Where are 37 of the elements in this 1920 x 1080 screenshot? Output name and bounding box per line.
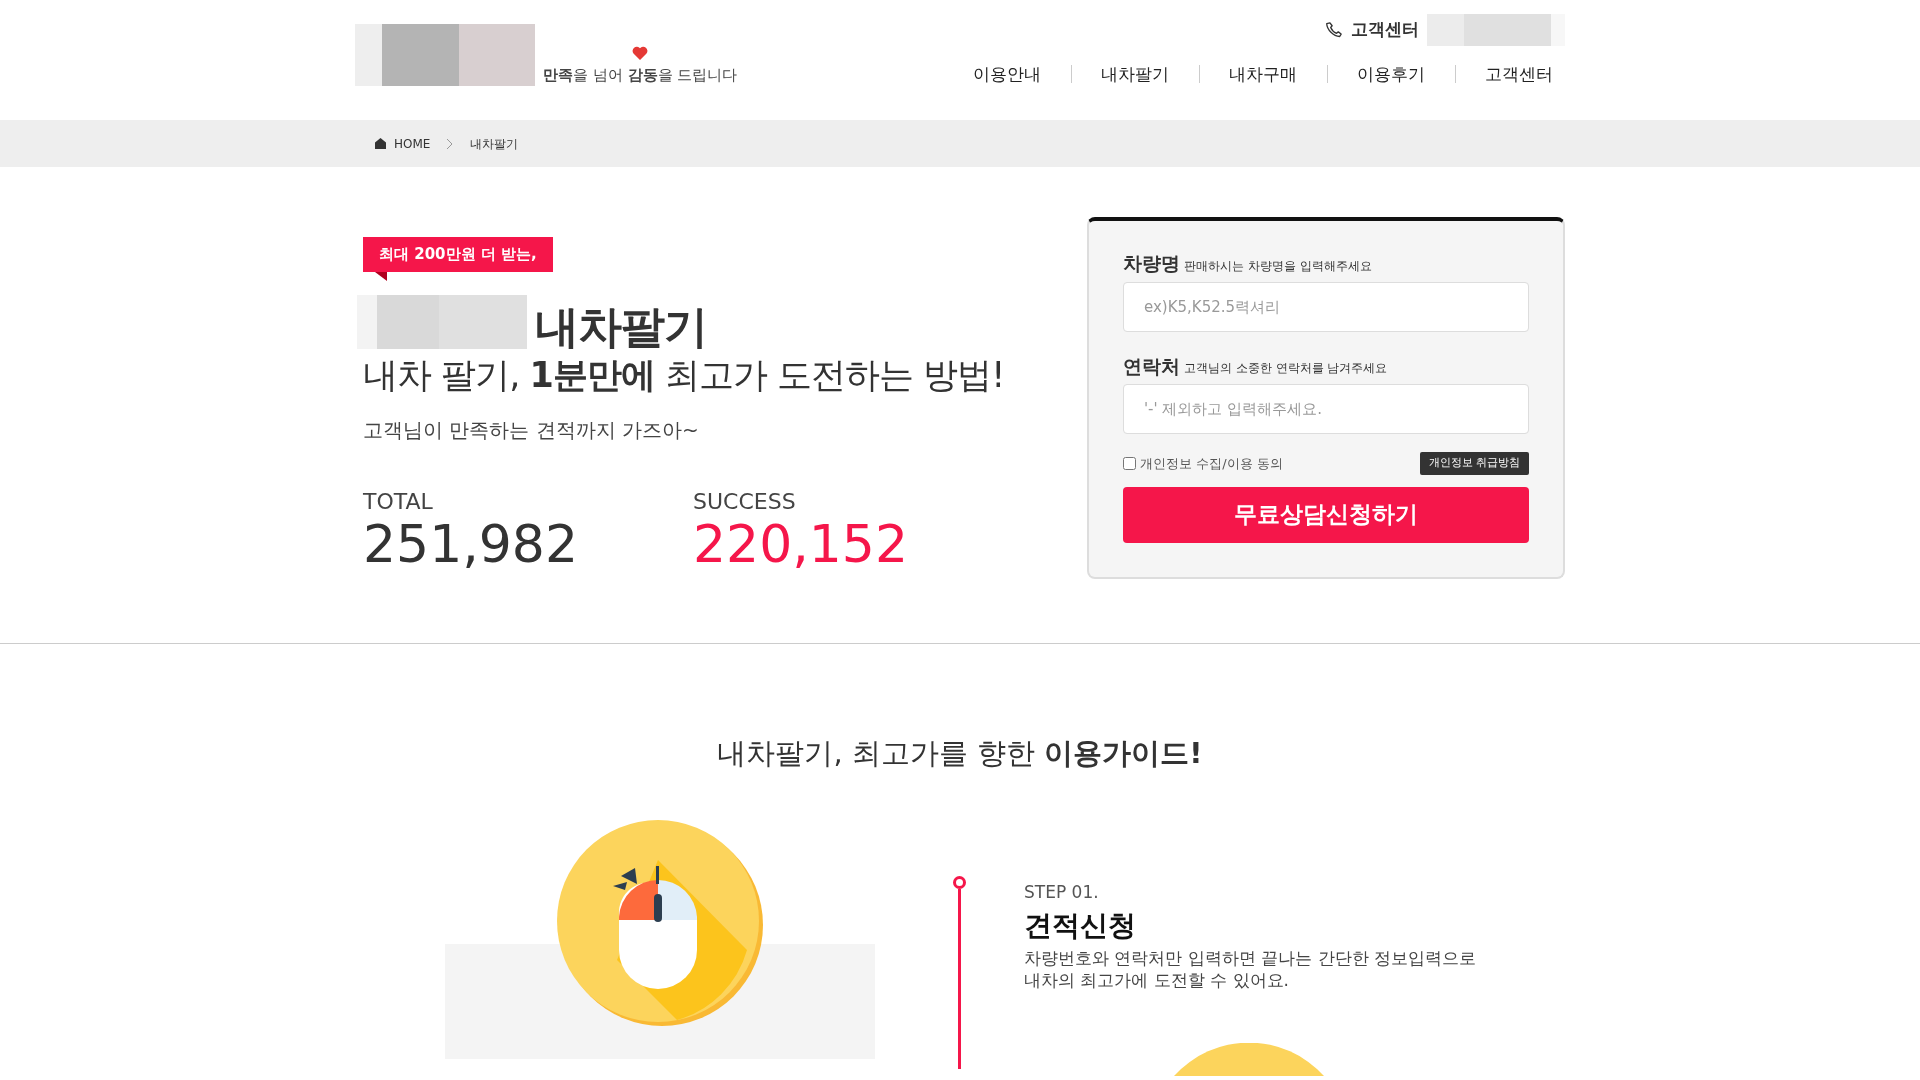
chevron-icon [446, 137, 455, 150]
step-description: 차량번호와 연락처만 입력하면 끝나는 간단한 정보입력으로 내차의 최고가에 도전할 수 있어요. [1024, 947, 1478, 992]
stat-value: 220,152 [693, 518, 910, 570]
section-title: 내차팔기, 최고가를 향한 이용가이드! [716, 735, 1204, 772]
step-title: 견적신청 [1024, 908, 1137, 944]
nav-link[interactable]: 내차팔기 [1071, 62, 1199, 88]
heart-icon [632, 45, 649, 60]
field-label: 차량명 [1123, 251, 1180, 276]
promo-badge: 최대 200만원 더 받는, [363, 237, 553, 272]
page-title: 내차팔기 [535, 304, 707, 349]
submit-button[interactable]: 무료상담신청하기 [1123, 486, 1529, 543]
hero-description: 고객님이 만족하는 견적까지 가즈아~ [363, 417, 700, 444]
stat-label: SUCCESS [693, 488, 797, 516]
support-label: 고객센터 [1351, 18, 1419, 42]
field-label: 연락처 [1123, 353, 1180, 379]
home-icon [375, 138, 386, 149]
input-field[interactable]: '-' 제외하고 입력해주세요. [1123, 384, 1529, 434]
nav-link[interactable]: 내차구매 [1199, 62, 1327, 88]
field-hint: 판매하시는 차량명을 입력해주세요 [1184, 257, 1372, 275]
privacy-policy-button[interactable]: 개인정보 취급방침 [1419, 452, 1529, 475]
field-hint: 고객님의 소중한 연락처를 남겨주세요 [1184, 360, 1388, 377]
breadcrumb-link[interactable]: HOME [394, 134, 431, 153]
phone-icon [1325, 21, 1343, 39]
nav-link[interactable]: 이용후기 [1327, 62, 1455, 88]
consent-checkbox[interactable] [1123, 456, 1136, 470]
consent-label: 개인정보 수집/이용 동의 [1140, 454, 1283, 473]
breadcrumb-link[interactable]: 내차팔기 [470, 134, 519, 153]
ribbon-tail-icon [375, 271, 387, 281]
stat-label: TOTAL [363, 488, 434, 516]
input-field[interactable]: ex)K5,K52.5력셔리 [1123, 281, 1529, 332]
stat-value: 251,982 [363, 518, 580, 570]
nav-link[interactable]: 고객센터 [1455, 62, 1565, 88]
step-number: STEP 01. [1024, 880, 1100, 904]
hero-subtitle: 내차 팔기, 1분만에 최고가 도전하는 방법! [363, 353, 1006, 397]
timeline-dot [953, 875, 966, 889]
tagline: 만족을 넘어 감동을 드립니다 [543, 64, 738, 86]
nav-link[interactable]: 이용안내 [943, 62, 1071, 88]
